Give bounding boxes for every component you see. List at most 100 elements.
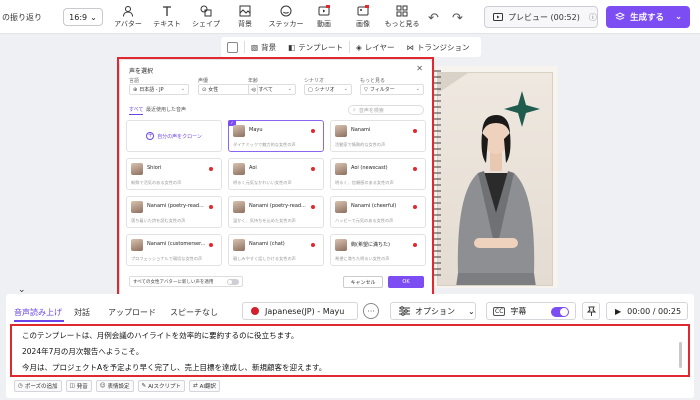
voice-name: Shiori xyxy=(147,165,162,171)
filter-more-select[interactable]: ▽ フィルター ⌄ xyxy=(360,84,424,95)
playback-control[interactable]: ▶ 00:00 / 00:25 xyxy=(606,302,688,320)
time-display: 00:00 / 00:25 xyxy=(627,306,682,316)
aspect-ratio-select[interactable]: 16:9 ⌄ xyxy=(63,8,103,26)
project-title[interactable]: の振り返り xyxy=(2,12,42,23)
layer-button[interactable]: ◈ レイヤー xyxy=(350,42,401,53)
apply-all-toggle[interactable] xyxy=(227,279,239,285)
undo-icon[interactable]: ↶ xyxy=(428,11,439,26)
clone-voice-button[interactable]: + 自分の声をクローン xyxy=(126,120,222,152)
voice-card[interactable]: Aoi 明るく元気なかわいい女性の声 xyxy=(228,158,324,190)
subtitle-toggle[interactable] xyxy=(551,307,569,317)
transition-button[interactable]: ⋈ トランジション xyxy=(401,42,476,53)
tool-avatar[interactable]: アバター xyxy=(108,5,148,29)
subtitle-toggle-row[interactable]: CC 字幕 xyxy=(486,302,576,320)
color-swatch-button[interactable] xyxy=(221,41,244,53)
tab-tts[interactable]: 音声読み上げ xyxy=(14,307,62,318)
background-label: 背景 xyxy=(261,42,277,52)
sliders-icon xyxy=(399,306,410,316)
voice-card[interactable]: Nanami (poetry-read... 温かく、気持ちを込めた女性の声 xyxy=(228,196,324,228)
more-options-icon[interactable]: ··· xyxy=(363,303,379,319)
script-editor[interactable]: このテンプレートは、月例会議のハイライトを効率的に要約するのに役立ちます。 20… xyxy=(10,324,690,377)
script-panel: 音声読み上げ 対話 アップロード スピーチなし Japanese(JP) - M… xyxy=(6,294,694,398)
avatar-canvas[interactable] xyxy=(437,72,553,286)
age-icon: ◎ xyxy=(252,86,257,93)
preview-button[interactable]: プレビュー (00:52) ⓘ xyxy=(484,6,598,28)
filter-age-select[interactable]: ◎ すべて ⌄ xyxy=(248,84,296,95)
voice-card[interactable]: Nanami (chat) 親しみやすく話しかける女性の声 xyxy=(228,234,324,266)
filter-value: すべて xyxy=(258,87,273,93)
voice-name: 絢(希望に満ちた) xyxy=(351,242,390,248)
add-pause-button[interactable]: ◷ ポーズの追加 xyxy=(14,380,62,392)
voice-card[interactable]: Shiori 新鮮で活気のある女性の声 xyxy=(126,158,222,190)
background-button[interactable]: ▧ 背景 xyxy=(245,42,282,53)
cancel-button[interactable]: キャンセル xyxy=(343,276,383,288)
chevron-down-icon: ⌄ xyxy=(415,86,420,92)
chip-label: 表情設定 xyxy=(107,384,130,390)
ai-translate-button[interactable]: ⇄ AI翻訳 xyxy=(189,380,221,392)
voice-card[interactable]: Nanami 活動家で情熱的な女性の声 xyxy=(330,120,426,152)
tab-upload[interactable]: アップロード xyxy=(108,307,156,318)
apply-all-toggle-row[interactable]: すべての女性アバターに新しい声を適用 xyxy=(129,276,243,287)
filter-label-more: もっと見る xyxy=(360,78,386,84)
template-button[interactable]: ◧ テンプレート xyxy=(282,42,349,53)
tab-no-speech[interactable]: スピーチなし xyxy=(170,307,218,318)
voice-search-input[interactable]: ⌕ 音声を検索 xyxy=(348,105,424,115)
tab-recent[interactable]: 最近使用した音声 xyxy=(146,106,186,113)
tool-more[interactable]: もっと見る xyxy=(382,5,422,29)
tool-video[interactable]: 動画 xyxy=(304,5,344,29)
color-swatch-icon xyxy=(227,41,238,53)
options-button[interactable]: オプション ⌄ xyxy=(390,302,476,320)
voice-avatar xyxy=(233,163,245,175)
chevron-down-icon: ⌄ xyxy=(343,86,348,92)
ok-button[interactable]: OK xyxy=(388,276,424,288)
voice-desc: プロフェッショナルで親切な女性の声 xyxy=(131,256,203,261)
play-icon[interactable]: ▶ xyxy=(615,307,621,316)
tab-dialogue[interactable]: 対話 xyxy=(74,307,90,318)
tool-image[interactable]: 画像 xyxy=(343,5,383,29)
generate-button[interactable]: 生成する ⌄ xyxy=(606,6,690,28)
info-icon[interactable]: ⓘ xyxy=(589,12,597,23)
pronunciation-button[interactable]: ◫ 発音 xyxy=(65,380,92,392)
voice-desc: 活動家で情熱的な女性の声 xyxy=(335,142,386,147)
redo-icon[interactable]: ↷ xyxy=(452,11,463,26)
transition-icon: ⋈ xyxy=(406,42,415,52)
record-dot-icon xyxy=(311,129,315,133)
active-tab-indicator xyxy=(14,320,64,322)
voice-name: Nanami xyxy=(351,127,371,133)
ai-script-button[interactable]: ✎ AIスクリプト xyxy=(137,380,186,392)
script-line[interactable]: 2024年7月の月次報告へようこそ。 xyxy=(22,346,143,357)
voice-card[interactable]: Nanami (poetry-read... 落ち着いた詩を読む女性の声 xyxy=(126,196,222,228)
expression-button[interactable]: ☺ 表情設定 xyxy=(95,380,134,392)
tool-sticker[interactable]: ステッカー xyxy=(266,5,306,29)
tool-background[interactable]: 背景 xyxy=(225,5,265,29)
text-icon xyxy=(163,6,171,16)
tool-label: 背景 xyxy=(238,20,252,28)
script-line[interactable]: このテンプレートは、月例会議のハイライトを効率的に要約するのに役立ちます。 xyxy=(22,330,298,341)
voice-selector[interactable]: Japanese(JP) - Mayu xyxy=(242,302,358,320)
voice-card[interactable]: 絢(希望に満ちた) 希望に満ちた明るい女性の声 xyxy=(330,234,426,266)
filter-value: フィルター xyxy=(369,87,395,93)
voice-card[interactable]: Nanami (cheerful) ハッピーで元気のある女性の声 xyxy=(330,196,426,228)
tab-all[interactable]: すべて xyxy=(129,106,144,115)
smile-icon: ☺ xyxy=(99,383,106,389)
voice-card[interactable]: Nanami (customerser... プロフェッショナルで親切な女性の声 xyxy=(126,234,222,266)
filter-language-select[interactable]: ⊕ 日本語 - JP ⌄ xyxy=(129,84,189,95)
close-icon[interactable]: ✕ xyxy=(416,64,423,73)
chevron-down-icon: ⌄ xyxy=(287,86,292,92)
record-dot-icon xyxy=(413,205,417,209)
search-icon: ⌕ xyxy=(353,107,356,113)
shape-icon xyxy=(200,5,212,17)
pin-button[interactable] xyxy=(582,302,600,320)
voice-avatar xyxy=(335,125,347,137)
voice-card[interactable]: ✓ Mayu ダイナミックで魅力的な女性の声 xyxy=(228,120,324,152)
filter-scenario-select[interactable]: ▢ シナリオ ⌄ xyxy=(304,84,352,95)
tool-shape[interactable]: シェイプ xyxy=(186,5,226,29)
script-line[interactable]: 今月は、プロジェクトAを予定より早く完了し、売上目標を達成し、新規顧客を迎えます… xyxy=(22,362,326,373)
record-dot-icon xyxy=(413,167,417,171)
tool-text[interactable]: テキスト xyxy=(147,5,187,29)
voice-card[interactable]: Aoi (newscast) 明るく、信頼感のある女性の声 xyxy=(330,158,426,190)
top-toolbar: の振り返り 16:9 ⌄ アバター テキスト シェイプ 背景 ステッカー 動画 … xyxy=(0,0,700,34)
clock-icon: ◷ xyxy=(18,383,23,389)
scrollbar[interactable] xyxy=(679,342,682,368)
script-tools: ◷ ポーズの追加 ◫ 発音 ☺ 表情設定 ✎ AIスクリプト ⇄ AI翻訳 xyxy=(14,380,221,392)
